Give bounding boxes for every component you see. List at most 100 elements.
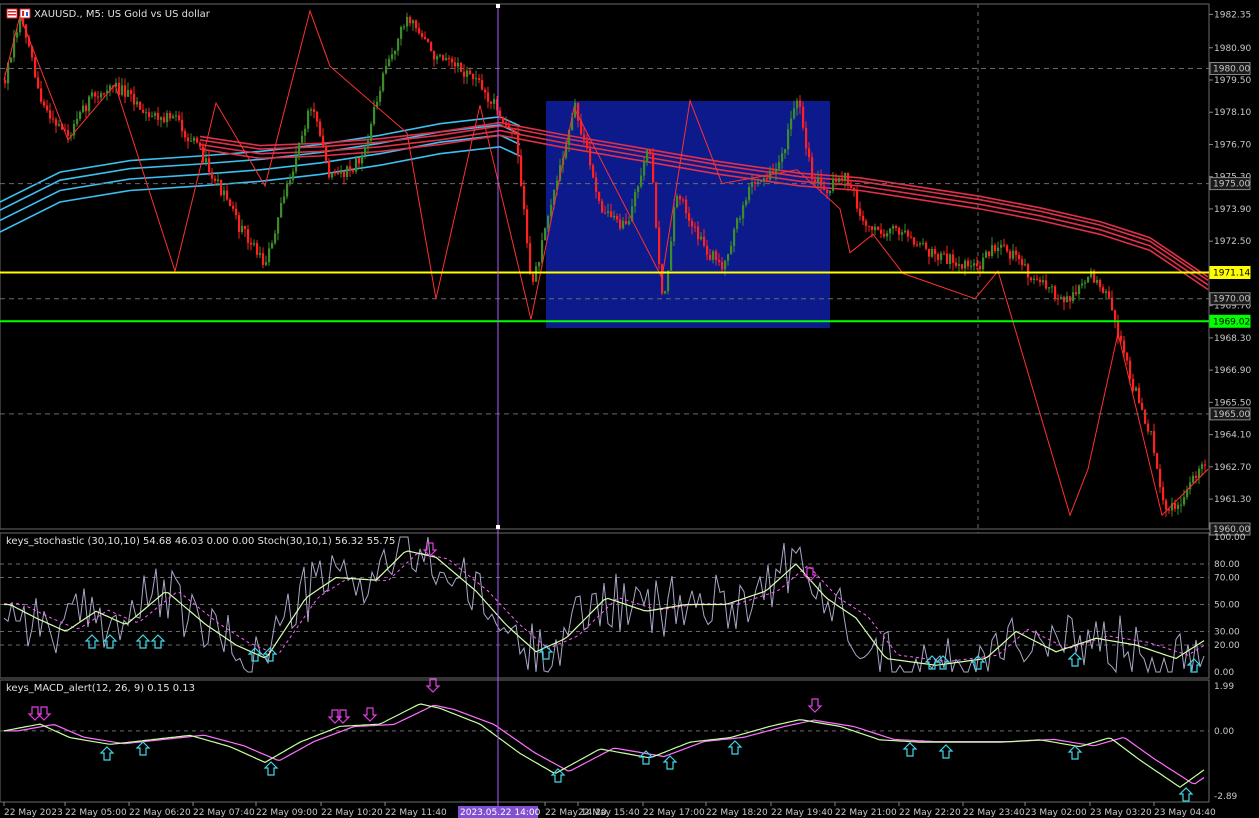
candle-bull <box>838 178 841 182</box>
level-tag-label: 1969.02 <box>1213 317 1250 327</box>
candle-bull <box>373 106 376 125</box>
candle-bear <box>610 211 613 218</box>
candle-bear <box>691 220 694 227</box>
candle-bull <box>724 260 727 270</box>
candle-bull <box>166 113 169 123</box>
candle-bear <box>652 153 655 183</box>
candle-bear <box>1006 245 1009 252</box>
macd-label: keys_MACD_alert(12, 26, 9) 0.15 0.13 <box>6 683 195 694</box>
candle-bull <box>259 253 262 255</box>
candle-bear <box>460 62 463 72</box>
candle-bear <box>589 147 592 166</box>
candle-bear <box>1138 387 1141 403</box>
candle-bull <box>154 113 157 116</box>
crosshair-handle-bottom[interactable] <box>496 525 500 529</box>
candle-bear <box>214 178 217 182</box>
candle-bull <box>544 228 547 241</box>
candle-bull <box>457 62 460 67</box>
candle-bear <box>34 57 37 78</box>
candle-bear <box>442 55 445 61</box>
level-tag-label: 1970.00 <box>1213 295 1250 305</box>
candle-bear <box>103 93 106 95</box>
price-tick-label: 1965.50 <box>1214 398 1251 408</box>
candle-bear <box>718 260 721 262</box>
candle-bull <box>664 291 667 294</box>
candle-bear <box>250 242 253 245</box>
crosshair-handle-top[interactable] <box>496 4 500 8</box>
candle-bear <box>1156 452 1159 469</box>
time-tick-label: 22 May 23:40 <box>963 808 1025 818</box>
candle-bear <box>451 58 454 63</box>
macd-pane[interactable]: 1.99 0.00 -2.89 keys_MACD_alert(12, 26, 9)… <box>0 678 1238 803</box>
time-tick-label: 22 May 19:40 <box>771 808 833 818</box>
candle-bear <box>841 178 844 181</box>
candle-bear <box>862 215 865 221</box>
candle-bull <box>1051 286 1054 288</box>
candle-bull <box>100 93 103 98</box>
candle-bear <box>976 263 979 267</box>
candle-bull <box>298 142 301 156</box>
candle-bear <box>514 131 517 133</box>
candle-bull <box>175 115 178 117</box>
level-tag-label: 1965.00 <box>1213 410 1250 420</box>
candle-bull <box>295 155 298 172</box>
candle-bear <box>988 251 991 256</box>
candle-bear <box>502 117 505 123</box>
stoch-tick-label: 30.00 <box>1214 628 1240 638</box>
candle-bear <box>139 101 142 110</box>
candle-bear <box>895 225 898 228</box>
candle-bear <box>187 137 190 142</box>
candle-bear <box>1063 296 1066 303</box>
candle-bull <box>844 172 847 181</box>
candle-bear <box>199 142 202 147</box>
time-tick-label: 22 May 22:20 <box>899 808 961 818</box>
candle-bull <box>1180 504 1183 506</box>
candle-bull <box>607 211 610 213</box>
candle-bear <box>928 248 931 257</box>
candle-bull <box>91 92 94 97</box>
macd-tick-label: 0.00 <box>1214 727 1234 737</box>
candle-bear <box>415 20 418 29</box>
candle-bear <box>349 166 352 171</box>
candle-bull <box>361 155 364 164</box>
candle-bull <box>385 66 388 74</box>
candle-bear <box>37 77 40 89</box>
candle-bull <box>535 266 538 282</box>
candle-bear <box>649 149 652 154</box>
candle-bear <box>808 148 811 158</box>
candle-bull <box>796 100 799 109</box>
candle-bull <box>10 57 13 63</box>
candle-bear <box>463 71 466 77</box>
candle-bull <box>340 171 343 174</box>
candle-bear <box>1030 277 1033 281</box>
stochastic-pane[interactable]: 100.00 80.00 70.00 50.00 30.00 20.00 0.00 keys… <box>0 532 1246 679</box>
stoch-tick-label: 50.00 <box>1214 601 1240 611</box>
candle-bull <box>793 108 796 119</box>
candle-bear <box>1123 340 1126 353</box>
candle-bear <box>856 189 859 209</box>
candle-bull <box>1201 464 1204 469</box>
candle-bear <box>943 253 946 255</box>
candle-bear <box>595 177 598 192</box>
candle-bull <box>613 215 616 218</box>
candle-bear <box>520 155 523 186</box>
candle-bear <box>814 179 817 183</box>
price-tick-label: 1966.90 <box>1214 366 1251 376</box>
trading-chart[interactable]: 1982.35 1980.90 1979.50 1978.10 1976.70 1975.… <box>0 0 1259 818</box>
candle-bull <box>763 178 766 181</box>
candle-bull <box>160 117 163 120</box>
candle-bull <box>781 153 784 162</box>
candle-bear <box>1195 475 1198 478</box>
candle-bear <box>484 89 487 93</box>
candle-bull <box>268 248 271 263</box>
candle-bear <box>877 226 880 230</box>
candle-bull <box>985 251 988 258</box>
candle-bear <box>343 171 346 177</box>
candle-bear <box>715 251 718 261</box>
candle-bear <box>853 187 856 190</box>
candle-bear <box>1102 287 1105 293</box>
candle-bear <box>1075 292 1078 295</box>
candle-bear <box>910 236 913 238</box>
time-tick-label: 22 May 09:00 <box>256 808 318 818</box>
candle-bear <box>979 266 982 270</box>
